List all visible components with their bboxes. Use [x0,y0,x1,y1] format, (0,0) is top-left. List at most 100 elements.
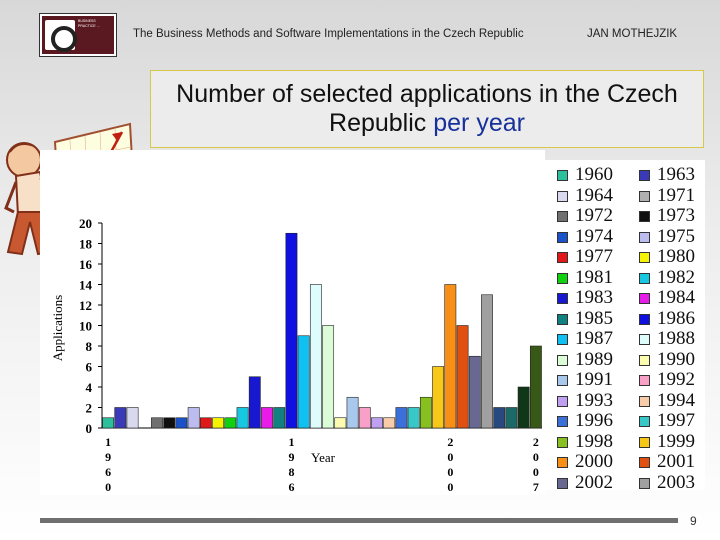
legend-swatch [639,334,650,345]
legend-swatch [557,293,568,304]
legend-swatch [639,211,650,222]
legend-label: 2000 [575,451,613,472]
legend-label: 1991 [575,369,613,390]
legend-label: 1981 [575,266,613,288]
bar-1974 [175,417,188,429]
legend-label: 1993 [575,389,613,411]
presentation-title: The Business Methods and Software Implem… [133,28,524,40]
legend-label: 1971 [657,184,695,206]
author-name: JAN MOTHEJZIK [587,28,678,40]
legend-label: 1975 [657,225,695,247]
legend-label: 1994 [657,389,695,411]
legend-label: 1974 [575,225,613,247]
bar-1985 [273,407,286,429]
legend-swatch [639,477,650,489]
legend-label: 1983 [575,287,613,308]
bar-1975 [187,407,200,429]
y-tick-label: 10 [79,319,92,334]
legend-label: 1989 [575,348,613,370]
legend-swatch [557,272,568,284]
slide-header: BUSINESS PRACTICE ... The Business Metho… [0,0,720,62]
legend-swatch [557,170,568,181]
bar-1980 [212,417,225,429]
legend-label: 1960 [575,164,613,185]
x-tick-label-2007: 2007 [533,435,539,494]
slide-title: Number of selected applications in the C… [150,70,704,148]
x-tick-label-1986: 1986 [288,435,294,494]
bar-1977 [199,417,212,429]
legend-label: 1987 [575,328,613,349]
y-tick-label: 6 [86,360,93,375]
y-axis-label: Applications [50,295,65,361]
bar-1996 [395,407,408,429]
legend-swatch [557,436,568,448]
slide-title-highlight: per year [433,109,525,137]
y-tick-label: 20 [79,216,92,231]
y-tick-label: 14 [79,278,93,293]
bar-1994 [383,417,396,429]
y-tick-label: 0 [86,421,93,436]
legend-label: 2003 [657,471,695,493]
bar-2004 [493,407,506,429]
bar-1986 [285,232,298,429]
legend-swatch [557,313,568,325]
legend-swatch [639,252,650,263]
bar-1984 [261,407,273,429]
legend-swatch [557,252,568,263]
y-tick-label: 16 [79,257,93,272]
legend-label: 1984 [657,287,695,308]
bar-2005 [505,407,518,429]
bar-1963 [114,407,127,429]
legend-label: 1985 [575,307,613,329]
bar-1960 [102,417,115,429]
legend-swatch [557,457,568,468]
bar-1998 [419,396,432,429]
legend-swatch [557,477,568,489]
y-tick-label: 2 [86,401,93,416]
x-tick-label-1960: 1960 [105,435,111,494]
footer-divider [40,518,678,523]
legend-swatch [557,395,568,407]
legend-swatch [639,190,650,202]
x-tick-label-2000: 2000 [447,435,453,494]
legend-label: 1964 [575,184,613,206]
legend-label: 1963 [657,164,695,185]
legend-label: 1982 [657,266,695,288]
bar-2003 [481,294,493,429]
slide-number: 9 [690,514,697,528]
legend-swatch [639,293,650,304]
legend-swatch [557,334,568,345]
bar-1988 [309,284,322,429]
legend-swatch [557,416,568,427]
bar-1972 [151,417,163,429]
bar-1989 [322,325,335,429]
legend-swatch [639,170,650,181]
legend-label: 1980 [657,246,695,267]
bar-1992 [358,407,371,429]
bar-1990 [334,417,347,429]
legend-label: 1997 [657,410,695,431]
bar-1999 [432,366,445,429]
legend-swatch [639,354,650,366]
legend-swatch [557,375,568,386]
legend-swatch [639,231,650,243]
legend-swatch [557,354,568,366]
legend-swatch [557,190,568,202]
bar-2006 [517,386,530,429]
bar-1997 [407,407,420,429]
legend-swatch [639,395,650,407]
bar-1993 [371,417,383,429]
chart-legend: 1960 1963 1964 1971 1972 1973 1974 1975 1977 1980… [545,160,705,493]
legend-swatch [557,231,568,243]
x-axis-label: Year [311,450,336,465]
seal-icon [45,20,77,52]
legend-label: 1990 [657,348,695,370]
legend-swatch [639,375,650,386]
legend-label: 1972 [575,205,613,226]
y-tick-label: 12 [79,298,92,313]
bar-2000 [444,284,457,429]
bar-1987 [297,335,310,429]
y-tick-label: 4 [86,380,93,395]
legend-label: 1996 [575,410,613,431]
y-tick-label: 18 [79,237,93,252]
